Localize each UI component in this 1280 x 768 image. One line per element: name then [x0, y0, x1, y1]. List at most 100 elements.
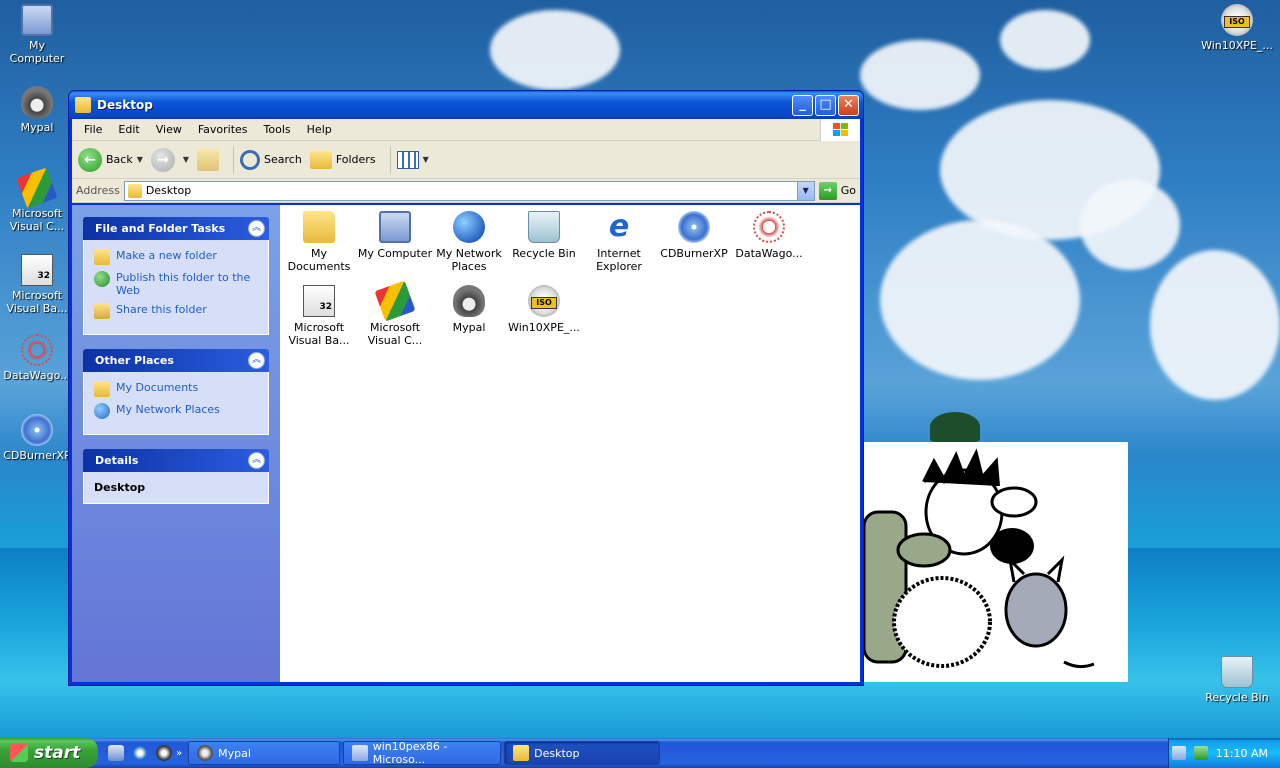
file-folder-tasks-header[interactable]: File and Folder Tasks ︽: [83, 217, 269, 240]
task-pane: File and Folder Tasks ︽ Make a new folde…: [72, 205, 280, 682]
explorer-window[interactable]: Desktop _ □ ✕ File Edit View Favorites T…: [68, 90, 864, 686]
clock[interactable]: 11:10 AM: [1216, 747, 1268, 760]
menu-help[interactable]: Help: [299, 123, 340, 136]
address-dropdown-button[interactable]: ▼: [796, 181, 814, 200]
folder-icon: [127, 183, 142, 198]
folder-icon: [303, 211, 335, 243]
go-button[interactable]: → Go: [818, 181, 856, 200]
taskbar: start » Mypal win10pex86 - Microso... De…: [0, 738, 1280, 768]
network-icon: [94, 403, 110, 419]
file-cdburnerxp[interactable]: CDBurnerXP: [656, 211, 732, 260]
menu-bar: File Edit View Favorites Tools Help: [72, 119, 860, 141]
window-titlebar[interactable]: Desktop _ □ ✕: [69, 91, 863, 119]
details: Details ︽ Desktop: [83, 449, 269, 504]
toolbar: ← Back ▼ → ▼ Search Folders ▼: [72, 141, 860, 179]
details-body: Desktop: [83, 472, 269, 504]
visual-c-icon: [16, 167, 58, 209]
iso-icon: ISO: [528, 285, 560, 317]
file-visual-c[interactable]: Microsoft Visual C...: [357, 280, 433, 347]
file-internet-explorer[interactable]: e Internet Explorer: [581, 209, 657, 274]
chevron-down-icon: ▼: [136, 155, 143, 164]
toolbar-separator: [233, 145, 235, 174]
go-arrow-icon: →: [818, 181, 837, 200]
details-header[interactable]: Details ︽: [83, 449, 269, 472]
file-folder-tasks-body: Make a new folder Publish this folder to…: [83, 240, 269, 335]
desktop-icon-visual-c[interactable]: Microsoft Visual C...: [0, 167, 74, 233]
desktop-icon-mypal[interactable]: Mypal: [0, 86, 74, 134]
task-make-new-folder[interactable]: Make a new folder: [94, 249, 258, 265]
iso-icon: ISO: [1221, 4, 1253, 36]
forward-button[interactable]: → ▼: [150, 147, 190, 172]
file-list[interactable]: My Documents My Computer My Network Plac…: [280, 205, 860, 682]
cloud: [860, 40, 980, 110]
file-mypal[interactable]: Mypal: [431, 285, 507, 334]
show-desktop-icon[interactable]: [108, 745, 124, 761]
desktop-icon-win10xpe[interactable]: ISO Win10XPE_...: [1200, 4, 1274, 52]
file-recycle-bin[interactable]: Recycle Bin: [506, 211, 582, 260]
taskbar-item-mypal[interactable]: Mypal: [188, 741, 341, 765]
file-folder-tasks: File and Folder Tasks ︽ Make a new folde…: [83, 217, 269, 335]
collapse-icon[interactable]: ︽: [248, 220, 265, 237]
cd-icon: [21, 414, 53, 446]
media-player-icon[interactable]: [156, 745, 172, 761]
safely-remove-icon[interactable]: [1193, 746, 1208, 760]
datawagon-icon: [753, 211, 785, 243]
desktop-icon-recycle-bin[interactable]: Recycle Bin: [1200, 656, 1274, 704]
folders-icon: [309, 150, 332, 169]
desktop-icon-visual-basic[interactable]: 32 Microsoft Visual Ba...: [0, 254, 74, 315]
desktop-icon-datawagon[interactable]: DataWago...: [0, 334, 74, 382]
ie-icon[interactable]: [132, 745, 148, 761]
file-my-network-places[interactable]: My Network Places: [431, 211, 507, 273]
file-my-documents[interactable]: My Documents: [281, 211, 357, 273]
raccoon-icon: [21, 86, 53, 118]
folder-up-icon: [197, 148, 220, 171]
menu-file[interactable]: File: [76, 123, 110, 136]
file-visual-basic[interactable]: 32 Microsoft Visual Ba...: [281, 285, 357, 347]
menu-favorites[interactable]: Favorites: [190, 123, 256, 136]
file-my-computer[interactable]: My Computer: [357, 211, 433, 260]
views-button[interactable]: ▼: [396, 150, 429, 169]
address-input[interactable]: Desktop ▼: [123, 180, 815, 201]
chevron-down-icon: ▼: [182, 155, 190, 164]
quick-launch: »: [98, 745, 188, 761]
cartoon-drawing: [864, 448, 1095, 669]
menu-edit[interactable]: Edit: [110, 123, 147, 136]
window-icon: [352, 745, 368, 761]
chevron-down-icon: ▼: [422, 155, 429, 164]
task-share-folder[interactable]: Share this folder: [94, 303, 258, 319]
taskbar-item-win10pex86[interactable]: win10pex86 - Microso...: [343, 740, 502, 766]
minimize-button[interactable]: _: [792, 94, 813, 116]
start-button[interactable]: start: [0, 738, 98, 768]
close-button[interactable]: ✕: [838, 94, 859, 116]
up-button[interactable]: [197, 148, 220, 171]
other-places-header[interactable]: Other Places ︽: [83, 349, 269, 372]
windows-flag-icon: [10, 744, 28, 762]
cartoon-image: [864, 442, 1128, 682]
desktop-icon-my-computer[interactable]: My Computer: [0, 4, 74, 65]
collapse-icon[interactable]: ︽: [248, 352, 265, 369]
palm-tree: [930, 412, 980, 442]
menu-view[interactable]: View: [148, 123, 190, 136]
back-button[interactable]: ← Back ▼: [78, 147, 143, 172]
desktop-icon-cdburnerxp[interactable]: CDBurnerXP: [0, 414, 74, 462]
place-my-documents[interactable]: My Documents: [94, 381, 258, 397]
file-datawagon[interactable]: DataWago...: [731, 211, 807, 260]
collapse-icon[interactable]: ︽: [248, 452, 265, 469]
task-publish-web[interactable]: Publish this folder to the Web: [94, 271, 258, 297]
folders-button[interactable]: Folders: [309, 150, 376, 169]
taskbar-item-desktop[interactable]: Desktop: [504, 741, 661, 765]
file-win10xpe[interactable]: ISO Win10XPE_...: [506, 285, 582, 334]
views-icon: [396, 150, 419, 169]
toolbar-separator: [389, 145, 391, 174]
place-my-network-places[interactable]: My Network Places: [94, 403, 258, 419]
back-arrow-icon: ←: [78, 147, 102, 172]
menu-tools[interactable]: Tools: [256, 123, 299, 136]
network-tray-icon[interactable]: [1171, 746, 1186, 760]
search-button[interactable]: Search: [240, 149, 302, 170]
ie-icon: e: [608, 209, 630, 244]
cd-icon: [678, 211, 710, 243]
computer-icon: [379, 211, 411, 243]
search-icon: [240, 149, 261, 170]
quick-launch-expand-icon[interactable]: »: [176, 748, 182, 759]
maximize-button[interactable]: □: [815, 94, 836, 116]
